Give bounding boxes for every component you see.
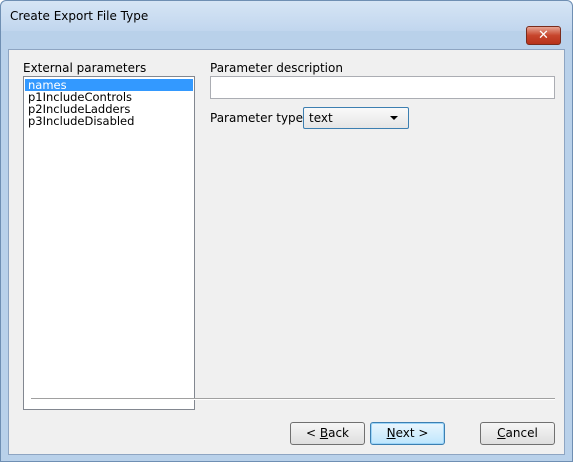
next-mnemonic: N	[386, 426, 396, 440]
next-button[interactable]: Next >	[370, 422, 445, 445]
window-title: Create Export File Type	[10, 9, 149, 23]
chevron-down-icon	[390, 116, 398, 120]
back-rest: ack	[328, 426, 349, 440]
close-icon[interactable]: ✕	[526, 26, 561, 45]
list-item-p3includedisabled[interactable]: p3IncludeDisabled	[25, 115, 193, 127]
parameter-type-dropdown[interactable]: text	[303, 107, 409, 129]
next-rest: ext >	[395, 426, 429, 440]
parameter-type-value: text	[309, 111, 333, 125]
back-prefix: <	[305, 426, 320, 440]
parameter-description-label: Parameter description	[210, 61, 343, 75]
back-mnemonic: B	[319, 426, 329, 440]
cancel-button[interactable]: Cancel	[480, 422, 555, 445]
external-parameters-label: External parameters	[23, 61, 147, 75]
parameter-type-label: Parameter type	[210, 111, 304, 125]
back-button[interactable]: < Back	[290, 422, 365, 445]
title-bar[interactable]: Create Export File Type	[1, 1, 572, 31]
cancel-rest: ancel	[505, 426, 538, 440]
parameter-description-input[interactable]	[210, 76, 555, 99]
divider	[31, 398, 555, 400]
cancel-mnemonic: C	[497, 426, 506, 440]
external-parameters-list[interactable]: names p1IncludeControls p2IncludeLadders…	[23, 76, 195, 410]
